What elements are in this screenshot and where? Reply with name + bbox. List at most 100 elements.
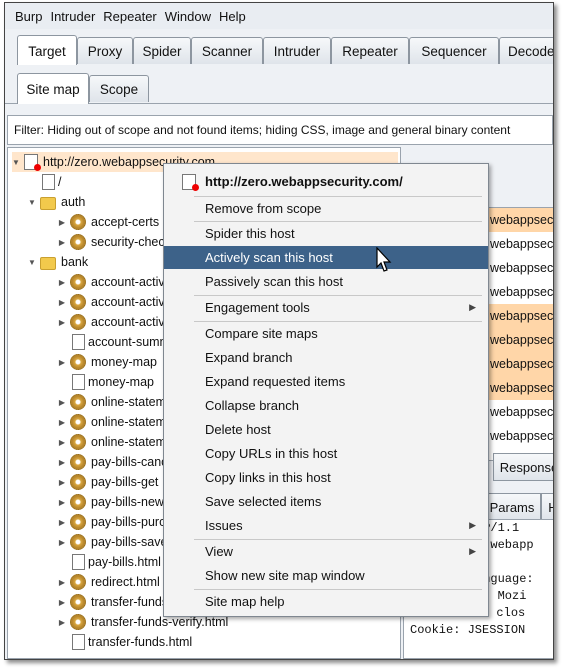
tab-target[interactable]: Target (17, 35, 77, 66)
tab-proxy[interactable]: Proxy (77, 37, 133, 64)
tree-node[interactable]: ▶ pay-bills-get (58, 472, 158, 492)
menu-delete-host[interactable]: Delete host (164, 418, 488, 441)
gear-icon (70, 354, 86, 370)
gear-icon (70, 574, 86, 590)
expand-arrow-icon: ▶ (58, 617, 66, 627)
tab-headers[interactable]: H (541, 493, 553, 521)
expand-arrow-icon: ▶ (58, 577, 66, 587)
tree-node[interactable]: ▶ transfer-funds (58, 592, 168, 612)
expand-arrow-icon: ▶ (58, 477, 66, 487)
tree-node[interactable]: ▶ pay-bills-cancel (58, 452, 177, 472)
submenu-arrow-icon: ▶ (469, 520, 476, 530)
tab-spider[interactable]: Spider (133, 37, 191, 64)
menu-copy-urls[interactable]: Copy URLs in this host (164, 442, 488, 465)
menu-intruder[interactable]: Intruder (50, 9, 95, 24)
tree-node[interactable]: ▶ account-activity (58, 272, 177, 292)
menu-expand-requested[interactable]: Expand requested items (164, 370, 488, 393)
collapse-arrow-icon[interactable]: ▼ (28, 198, 36, 207)
tab-repeater[interactable]: Repeater (331, 37, 409, 64)
expand-arrow-icon: ▶ (58, 357, 66, 367)
menu-engagement-tools[interactable]: Engagement tools ▶ (164, 296, 488, 319)
menu-window[interactable]: Window (165, 9, 211, 24)
expand-arrow-icon: ▶ (58, 537, 66, 547)
menu-issues[interactable]: Issues ▶ (164, 514, 488, 537)
menu-new-site-map-window[interactable]: Show new site map window (164, 564, 488, 587)
request-line: Cookie: JSESSION (410, 623, 526, 637)
tree-node[interactable]: ▶ pay-bills-new (58, 492, 164, 512)
menu-active-scan-host[interactable]: Actively scan this host (164, 246, 488, 269)
tab-site-map[interactable]: Site map (17, 73, 89, 104)
file-icon (72, 374, 85, 390)
menu-remove-from-scope[interactable]: Remove from scope (164, 197, 488, 220)
gear-icon (70, 474, 86, 490)
tab-decoder[interactable]: Decoder (499, 37, 553, 64)
tab-scanner[interactable]: Scanner (191, 37, 263, 64)
tree-node[interactable]: / (28, 172, 61, 192)
gear-icon (70, 434, 86, 450)
tab-sequencer[interactable]: Sequencer (409, 37, 499, 64)
expand-arrow-icon: ▶ (58, 597, 66, 607)
menu-collapse-branch[interactable]: Collapse branch (164, 394, 488, 417)
tree-node[interactable]: ▶ account-activity (58, 312, 177, 332)
menu-view[interactable]: View ▶ (164, 540, 488, 563)
file-icon (72, 554, 85, 570)
tree-node[interactable]: ▼ auth (28, 192, 85, 212)
expand-arrow-icon[interactable]: ▶ (58, 218, 66, 227)
collapse-arrow-icon[interactable]: ▼ (28, 258, 36, 267)
expand-arrow-icon: ▶ (58, 277, 66, 287)
menu-spider-host[interactable]: Spider this host (164, 222, 488, 245)
gear-icon (70, 394, 86, 410)
menu-bar: Burp Intruder Repeater Window Help (5, 3, 553, 29)
tree-node[interactable]: ▶ accept-certs (58, 212, 159, 232)
menu-repeater[interactable]: Repeater (103, 9, 156, 24)
expand-arrow-icon[interactable]: ▶ (58, 238, 66, 247)
menu-passive-scan-host[interactable]: Passively scan this host (164, 270, 488, 293)
tree-node[interactable]: ▶ redirect.html (58, 572, 160, 592)
burp-window: Burp Intruder Repeater Window Help Targe… (4, 2, 554, 660)
tree-node[interactable]: ▶ money-map (58, 352, 157, 372)
collapse-arrow-icon[interactable]: ▼ (12, 158, 20, 167)
gear-icon (70, 614, 86, 630)
file-icon (72, 634, 85, 650)
gear-icon (70, 234, 86, 250)
host-icon (24, 154, 41, 171)
tab-params[interactable]: Params (483, 493, 541, 521)
tree-node[interactable]: ▼ bank (28, 252, 88, 272)
submenu-arrow-icon: ▶ (469, 302, 476, 312)
file-icon (72, 334, 85, 350)
expand-arrow-icon: ▶ (58, 317, 66, 327)
main-tab-bar: Target Proxy Spider Scanner Intruder Rep… (5, 31, 553, 66)
menu-burp[interactable]: Burp (15, 9, 42, 24)
context-menu-header: http://zero.webappsecurity.com/ (164, 170, 488, 193)
gear-icon (70, 534, 86, 550)
tree-node[interactable]: transfer-funds.html (58, 632, 192, 652)
expand-arrow-icon: ▶ (58, 437, 66, 447)
tree-node[interactable]: pay-bills.html (58, 552, 161, 572)
menu-copy-links[interactable]: Copy links in this host (164, 466, 488, 489)
gear-icon (70, 274, 86, 290)
tab-response[interactable]: Response (493, 453, 553, 481)
gear-icon (70, 314, 86, 330)
gear-icon (70, 454, 86, 470)
filter-bar[interactable]: Filter: Hiding out of scope and not foun… (7, 115, 553, 145)
menu-help[interactable]: Help (219, 9, 246, 24)
gear-icon (70, 494, 86, 510)
file-icon (42, 174, 55, 190)
gear-icon (70, 514, 86, 530)
gear-icon (70, 294, 86, 310)
menu-compare-site-maps[interactable]: Compare site maps (164, 322, 488, 345)
sub-tab-bar: Site map Scope (5, 65, 553, 104)
folder-icon (40, 256, 56, 270)
tree-node[interactable]: ▶ pay-bills-saved (58, 532, 174, 552)
menu-expand-branch[interactable]: Expand branch (164, 346, 488, 369)
folder-icon (40, 196, 56, 210)
tab-intruder[interactable]: Intruder (263, 37, 331, 64)
tab-scope[interactable]: Scope (89, 75, 149, 102)
gear-icon (70, 594, 86, 610)
menu-save-selected[interactable]: Save selected items (164, 490, 488, 513)
expand-arrow-icon: ▶ (58, 297, 66, 307)
tree-node[interactable]: ▶ security-check (58, 232, 171, 252)
tree-node[interactable]: money-map (58, 372, 154, 392)
menu-site-map-help[interactable]: Site map help (164, 590, 488, 613)
tree-node[interactable]: ▶ account-activity (58, 292, 177, 312)
